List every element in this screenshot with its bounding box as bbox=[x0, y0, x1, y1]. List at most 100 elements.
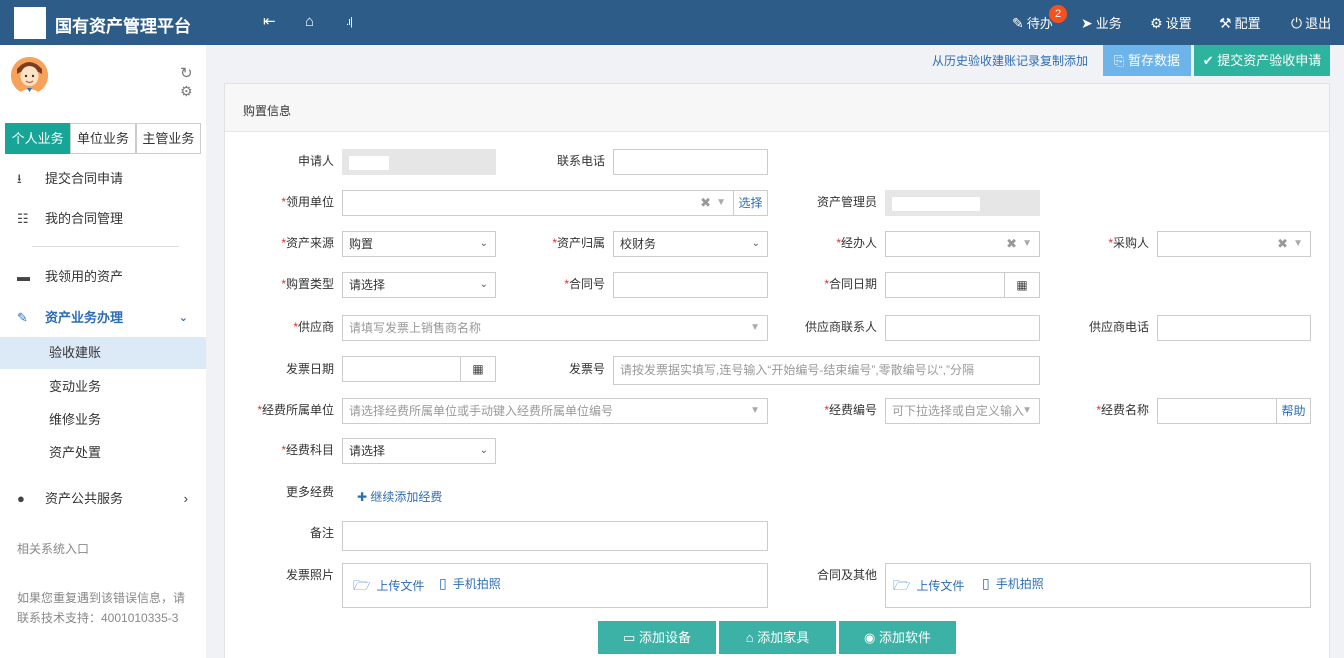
upload-box-icon: ⭳ bbox=[17, 171, 22, 186]
contract-phone-photo-button[interactable]: ▯ 手机拍照 bbox=[982, 575, 1044, 592]
settings-icon[interactable]: ⚙ bbox=[180, 83, 193, 100]
menu-logout-label: 退出 bbox=[1305, 16, 1332, 31]
purchaser-label: *采购人 bbox=[1108, 236, 1149, 250]
menu-logout[interactable]: ⏻ 退出 bbox=[1291, 15, 1331, 32]
chevron-down-icon: ⌄ bbox=[178, 312, 188, 324]
calendar-icon[interactable]: ▦ bbox=[460, 357, 495, 381]
clear-icon[interactable]: ✖ bbox=[1006, 232, 1017, 256]
sidebar-item-public-service[interactable]: ● 资产公共服务 › bbox=[0, 484, 206, 514]
purchase-type-select[interactable]: 请选择 ⌄ bbox=[342, 272, 496, 298]
menu-business-label: 业务 bbox=[1095, 16, 1122, 31]
related-systems-link[interactable]: 相关系统入口 bbox=[17, 539, 89, 559]
invoice-upload-file-button[interactable]: 🗁 上传文件 bbox=[353, 575, 424, 599]
tools-icon: ⚒ bbox=[1219, 15, 1232, 31]
chevron-down-icon: ⌄ bbox=[479, 445, 488, 456]
fund-code-label: *经费编号 bbox=[824, 403, 877, 417]
disc-icon: ◉ bbox=[864, 630, 879, 645]
add-software-button[interactable]: ◉ 添加软件 bbox=[839, 621, 956, 654]
phone-photo-label: 手机拍照 bbox=[995, 577, 1044, 591]
dept-select[interactable]: ✖ ▼ bbox=[342, 190, 734, 216]
add-fund-link[interactable]: ✚ 继续添加经费 bbox=[357, 488, 442, 506]
fund-subject-label: *经费科目 bbox=[281, 443, 334, 457]
mobile-icon: ▯ bbox=[982, 575, 990, 591]
fund-unit-select[interactable]: 请选择经费所属单位或手动键入经费所属单位编号 ▼ bbox=[342, 398, 768, 424]
contract-date-field[interactable]: ▦ bbox=[885, 272, 1040, 298]
document-icon: ☷ bbox=[17, 211, 29, 226]
applicant-label: 申请人 bbox=[297, 154, 334, 168]
power-icon: ⏻ bbox=[1291, 15, 1303, 31]
sidebar-subitem-acceptance[interactable]: 验收建账 bbox=[0, 337, 206, 369]
caret-down-icon: ▼ bbox=[750, 322, 760, 333]
sidebar-subitem-change[interactable]: 变动业务 bbox=[0, 371, 206, 403]
fund-code-select[interactable]: 可下拉选择或自定义输入 ▼ bbox=[885, 398, 1040, 424]
clear-icon[interactable]: ✖ bbox=[1277, 232, 1288, 256]
app-title: 国有资产管理平台 bbox=[55, 17, 191, 36]
sidebar-subitem-repair[interactable]: 维修业务 bbox=[0, 404, 206, 436]
invoice-date-field[interactable]: ▦ bbox=[342, 356, 496, 382]
tab-unit[interactable]: 单位业务 bbox=[70, 123, 136, 154]
clear-icon[interactable]: ✖ bbox=[700, 191, 711, 215]
contract-other-upload: 🗁 上传文件 ▯ 手机拍照 bbox=[885, 563, 1311, 608]
submit-button[interactable]: ✔ 提交资产验收申请 bbox=[1194, 45, 1330, 76]
sidebar-item-my-assets[interactable]: ▬ 我领用的资产 bbox=[0, 262, 206, 292]
upload-file-label: 上传文件 bbox=[916, 579, 965, 593]
add-device-label: 添加设备 bbox=[638, 630, 691, 645]
source-select[interactable]: 购置 ⌄ bbox=[342, 231, 496, 257]
invoice-phone-photo-button[interactable]: ▯ 手机拍照 bbox=[439, 575, 501, 592]
tab-supervisor[interactable]: 主管业务 bbox=[135, 123, 201, 154]
invoice-photo-label: 发票照片 bbox=[285, 568, 334, 582]
tab-personal[interactable]: 个人业务 bbox=[5, 123, 71, 154]
belong-label: *资产归属 bbox=[552, 236, 605, 250]
menu-config[interactable]: ⚒ 配置 bbox=[1219, 15, 1261, 32]
purchaser-select[interactable]: ✖ ▼ bbox=[1157, 231, 1311, 257]
supplier-phone-field[interactable] bbox=[1157, 315, 1311, 341]
supplier-contact-field[interactable] bbox=[885, 315, 1040, 341]
refresh-icon[interactable]: ↻ bbox=[180, 64, 193, 82]
source-label: *资产来源 bbox=[281, 236, 334, 250]
invoice-no-field[interactable]: 请按发票据实填写,连号输入“开始编号-结束编号”,零散编号以“,”分隔 bbox=[613, 356, 1040, 385]
add-software-label: 添加软件 bbox=[878, 630, 931, 645]
fund-subject-select[interactable]: 请选择 ⌄ bbox=[342, 438, 496, 464]
add-furniture-button[interactable]: ⌂ 添加家具 bbox=[719, 621, 836, 654]
menu-business[interactable]: ➤ 业务 bbox=[1081, 15, 1122, 32]
supplier-select[interactable]: 请填写发票上销售商名称 ▼ bbox=[342, 315, 768, 341]
calendar-icon[interactable]: ▦ bbox=[1004, 273, 1039, 297]
home-icon[interactable]: ⌂ bbox=[305, 13, 314, 31]
fund-name-field[interactable] bbox=[1157, 398, 1277, 424]
collapse-left-icon[interactable]: ⇤ bbox=[263, 13, 276, 31]
phone-field[interactable] bbox=[613, 149, 768, 175]
belong-select[interactable]: 校财务 ⌄ bbox=[613, 231, 768, 257]
submit-label: 提交资产验收申请 bbox=[1217, 53, 1322, 68]
sidebar-tabs: 个人业务 单位业务 主管业务 bbox=[5, 123, 201, 154]
contract-upload-file-button[interactable]: 🗁 上传文件 bbox=[893, 575, 964, 599]
save-draft-button[interactable]: ⎘ 暂存数据 bbox=[1103, 45, 1191, 76]
sidebar-item-label: 资产业务办理 bbox=[45, 310, 124, 325]
sidebar-item-submit-contract[interactable]: ⭳ 提交合同申请 bbox=[0, 164, 206, 194]
fund-unit-label: *经费所属单位 bbox=[257, 403, 334, 417]
remark-field[interactable] bbox=[342, 521, 768, 551]
sidebar-item-my-contracts[interactable]: ☷ 我的合同管理 bbox=[0, 204, 206, 234]
asset-admin-field bbox=[885, 190, 1040, 216]
add-device-button[interactable]: ▭ 添加设备 bbox=[598, 621, 716, 654]
plus-icon: ✚ bbox=[357, 490, 371, 504]
invoice-date-label: 发票日期 bbox=[285, 362, 334, 376]
more-fund-label: 更多经费 bbox=[285, 485, 334, 499]
menu-todo[interactable]: ✎ 待办 bbox=[1012, 15, 1053, 32]
caret-down-icon: ▼ bbox=[1022, 238, 1032, 249]
avatar[interactable] bbox=[11, 57, 48, 94]
todo-badge: 2 bbox=[1049, 5, 1067, 23]
dept-select-button[interactable]: 选择 bbox=[733, 190, 768, 216]
copy-history-link[interactable]: 从历史验收建账记录复制添加 bbox=[932, 52, 1088, 69]
sidebar-item-asset-business[interactable]: ✎ 资产业务办理 ⌄ bbox=[0, 303, 206, 333]
help-button[interactable]: 帮助 bbox=[1276, 398, 1311, 424]
caret-down-icon: ▼ bbox=[716, 197, 726, 208]
signal-icon[interactable]: .ı| bbox=[346, 13, 353, 31]
contract-no-field[interactable] bbox=[613, 272, 768, 298]
globe-icon: ● bbox=[17, 491, 25, 506]
sidebar-subitem-disposal[interactable]: 资产处置 bbox=[0, 437, 206, 469]
chevron-down-icon: ⌄ bbox=[479, 279, 488, 290]
handler-select[interactable]: ✖ ▼ bbox=[885, 231, 1040, 257]
sidebar-item-label: 提交合同申请 bbox=[45, 171, 124, 186]
top-bar: 国有资产管理平台 ⇤ ⌂ .ı| ✎ 待办 2 ➤ 业务 ⚙ 设置 ⚒ 配置 ⏻ 退出 bbox=[0, 0, 1344, 45]
menu-settings[interactable]: ⚙ 设置 bbox=[1150, 15, 1192, 32]
